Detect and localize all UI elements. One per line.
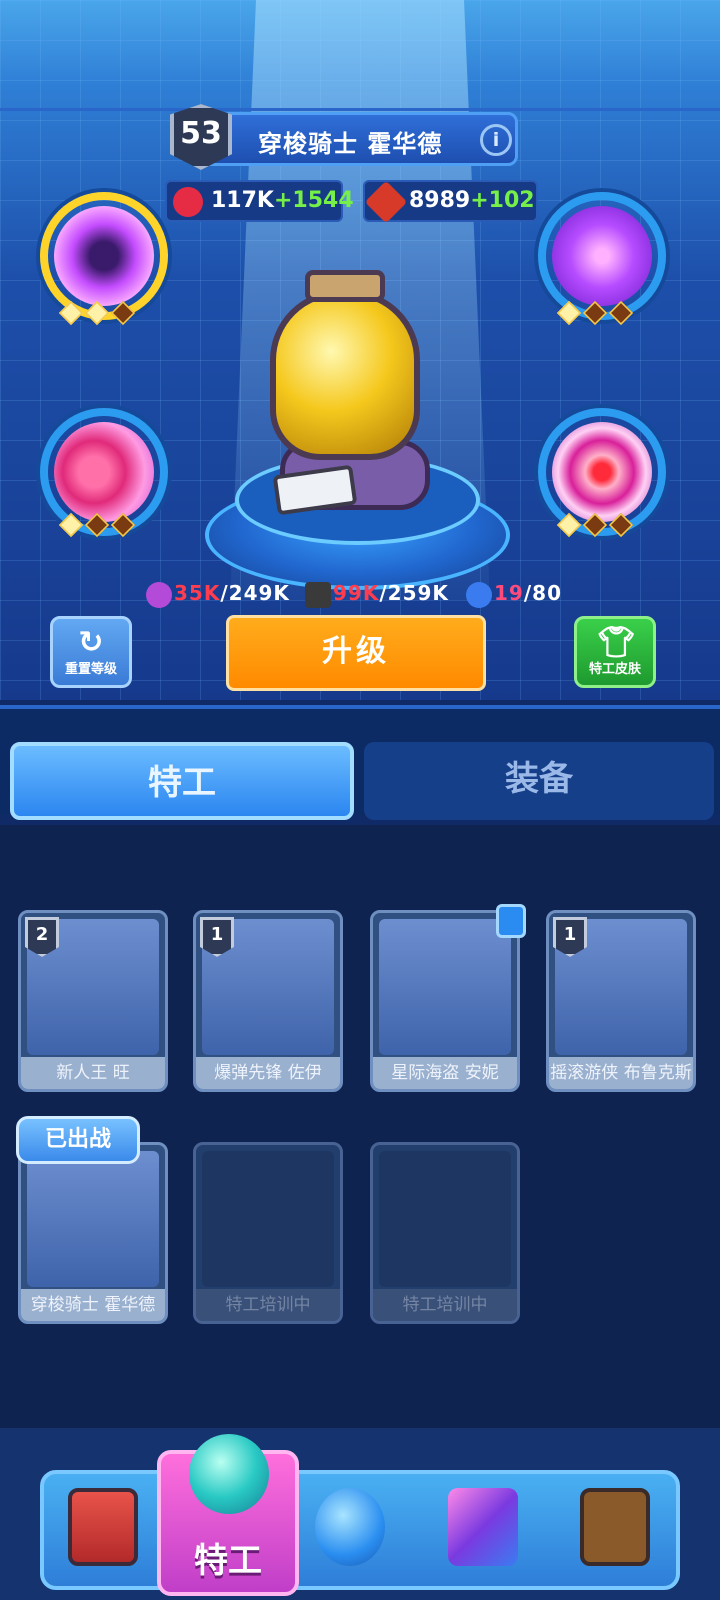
ticket-icon: [305, 581, 331, 608]
ticket-current: 99K: [333, 581, 380, 605]
agent-avatar: [27, 1151, 159, 1287]
exp-icon: [146, 581, 172, 608]
skill-stars: [58, 300, 136, 326]
agent-card[interactable]: 1 爆弹先锋 佐伊: [193, 910, 343, 1092]
shirt-icon: 👕︎: [597, 625, 636, 660]
agent-name: 穿梭骑士 霍华德: [258, 130, 443, 158]
agent-portrait: [260, 270, 450, 530]
agent-avatar: [379, 919, 511, 1055]
tab-equipment[interactable]: 装备: [364, 742, 714, 820]
gear-part-icon: [466, 581, 492, 608]
skill-stars: [556, 300, 634, 326]
hp-bonus: +1544: [273, 188, 354, 213]
agent-icon: [189, 1434, 269, 1514]
reset-level-label: 重置等级: [64, 662, 117, 677]
agent-card[interactable]: 1 摇滚游侠 布鲁克斯: [546, 910, 696, 1092]
agent-card-name: 摇滚游侠 布鲁克斯: [549, 1057, 693, 1089]
parts-resource: 19/80: [466, 578, 562, 608]
shop-icon: [68, 1488, 138, 1566]
vortex-icon: [54, 206, 154, 306]
target-icon: [552, 422, 652, 522]
attack-base: 8989: [409, 188, 471, 213]
deployed-badge: 已出战: [16, 1116, 140, 1164]
skill-slot-vortex[interactable]: [40, 192, 168, 320]
upgrade-button[interactable]: 升级: [226, 615, 486, 691]
hp-stat: 117K+1544: [165, 180, 354, 222]
parts-current: 19: [494, 581, 524, 605]
skill-stars: [556, 512, 634, 538]
parts-total: /80: [523, 581, 562, 605]
agent-card-name: 特工培训中: [373, 1289, 517, 1321]
sword-icon: [364, 180, 408, 224]
agent-card[interactable]: 星际海盗 安妮: [370, 910, 520, 1092]
refresh-icon: ↻: [78, 625, 104, 660]
ticket-total: /259K: [379, 581, 449, 605]
hearts-icon: [54, 422, 154, 522]
skill-stars: [58, 512, 136, 538]
agent-avatar: [202, 1151, 334, 1287]
helmet-icon: [270, 290, 420, 460]
level-number: 53: [180, 116, 222, 151]
nav-agents-label: 特工: [194, 1541, 262, 1581]
agent-card[interactable]: 2 新人王 旺: [18, 910, 168, 1092]
ticket-resource: 99K/259K: [305, 578, 449, 608]
tab-agents[interactable]: 特工: [10, 742, 354, 820]
nav-gem[interactable]: [570, 1478, 660, 1578]
agent-card-name: 爆弹先锋 佐伊: [196, 1057, 340, 1089]
agent-avatar: [379, 1151, 511, 1287]
agent-card-training[interactable]: 特工培训中: [193, 1142, 343, 1324]
heart-icon: [173, 187, 203, 217]
nav-planet[interactable]: [305, 1478, 395, 1578]
planet-icon: [315, 1488, 385, 1566]
attack-bonus: +102: [470, 188, 535, 213]
attack-stat: 8989+102: [363, 180, 538, 224]
exp-resource: 35K/249K: [146, 578, 290, 608]
exp-current: 35K: [174, 581, 221, 605]
hp-base: 117K: [211, 188, 274, 213]
lock-icon: [496, 904, 526, 938]
agent-card-name: 穿梭骑士 霍华德: [21, 1289, 165, 1321]
agent-card-training[interactable]: 特工培训中: [370, 1142, 520, 1324]
skill-slot-crystal[interactable]: [538, 192, 666, 320]
reset-level-button[interactable]: ↻ 重置等级: [50, 616, 132, 688]
exp-total: /249K: [220, 581, 290, 605]
agent-card-name: 特工培训中: [196, 1289, 340, 1321]
agent-skin-label: 特工皮肤: [588, 662, 641, 677]
agent-skin-button[interactable]: 👕︎ 特工皮肤: [574, 616, 656, 688]
agent-card-name: 新人王 旺: [21, 1057, 165, 1089]
nav-cube[interactable]: [438, 1478, 528, 1578]
crystal-burst-icon: [552, 206, 652, 306]
agent-card-name: 星际海盗 安妮: [373, 1057, 517, 1089]
info-icon[interactable]: i: [480, 124, 512, 156]
cube-icon: [448, 1488, 518, 1566]
gem-icon: [580, 1488, 650, 1566]
agent-card[interactable]: 穿梭骑士 霍华德: [18, 1142, 168, 1324]
nav-agents[interactable]: 特工: [157, 1434, 299, 1596]
nav-shop[interactable]: [58, 1478, 148, 1578]
